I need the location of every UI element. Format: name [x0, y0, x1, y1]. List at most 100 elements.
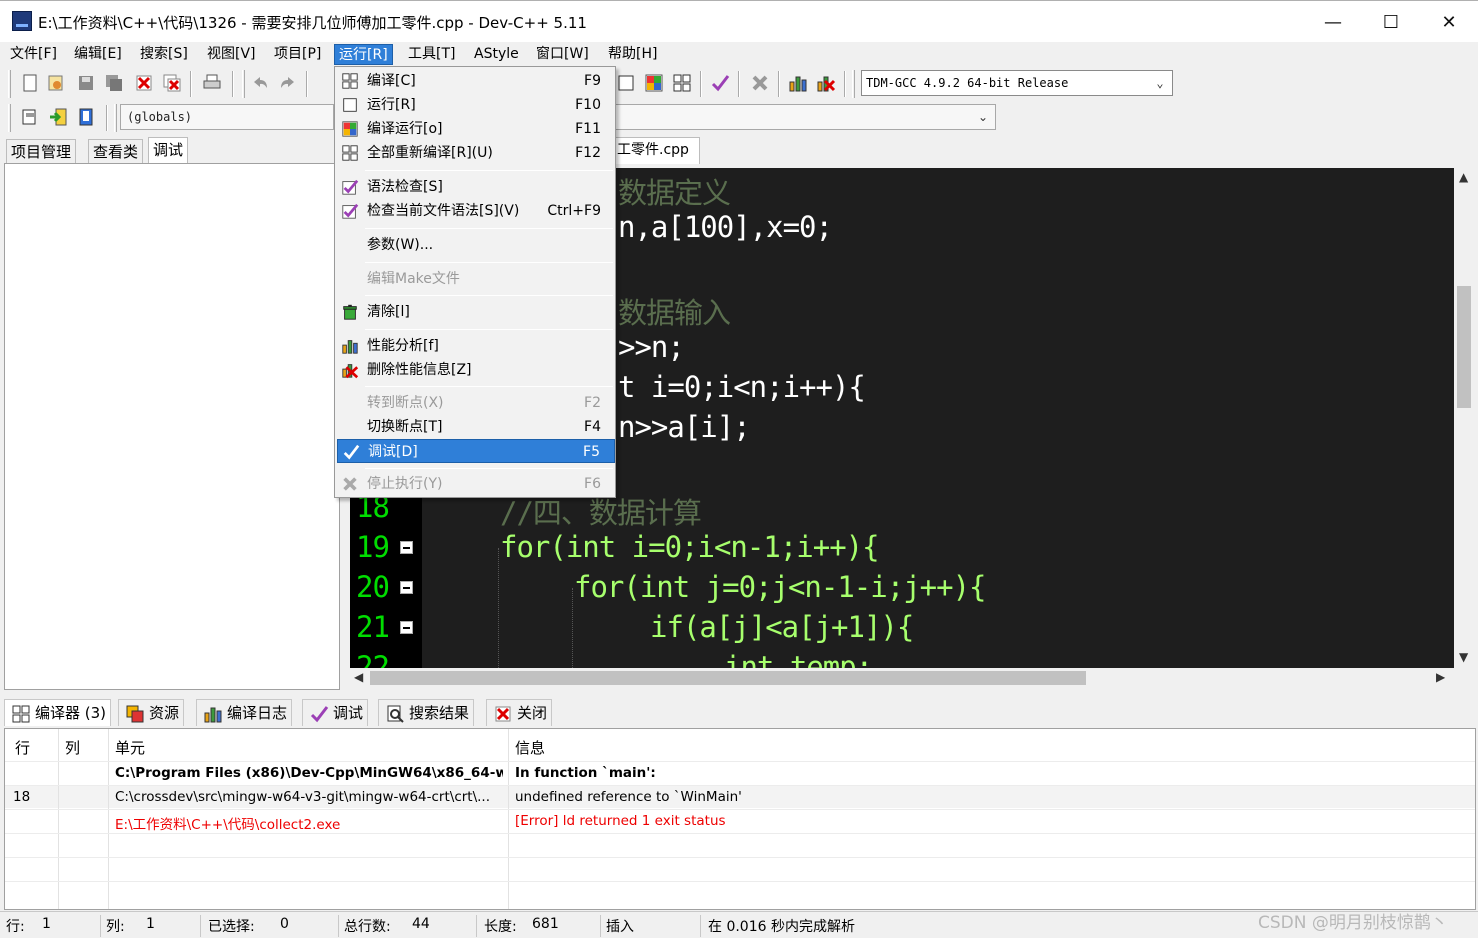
menu-help[interactable]: 帮助[H] [604, 44, 661, 65]
save-all-icon[interactable] [104, 73, 124, 93]
code-line: for(int j=0;j<n-1-i;j++){ [574, 570, 986, 604]
editor-vertical-scrollbar[interactable]: ▲ ▼ [1454, 168, 1474, 668]
menu-item-shortcut: F4 [584, 419, 601, 435]
toolbar-grip[interactable] [8, 104, 11, 132]
fold-toggle-icon[interactable] [400, 541, 413, 554]
menu-item-delete-profile[interactable]: 删除性能信息[Z] [337, 358, 615, 382]
scope-select[interactable]: (globals) [120, 104, 334, 130]
menu-item-toggle-breakpoint[interactable]: 切换断点[T] F4 [337, 415, 615, 439]
menu-astyle[interactable]: AStyle [470, 44, 523, 65]
menu-search[interactable]: 搜索[S] [136, 44, 192, 65]
fold-toggle-icon[interactable] [400, 581, 413, 594]
menu-separator [365, 295, 613, 296]
menu-item-clean[interactable]: 清除[l] [337, 300, 615, 324]
menu-window[interactable]: 窗口[W] [532, 44, 593, 65]
menu-item-compile[interactable]: 编译[C] F9 [337, 69, 615, 93]
toolbar-grip[interactable] [852, 70, 855, 98]
scroll-thumb[interactable] [1457, 286, 1471, 408]
menu-item-shortcut: Ctrl+F9 [547, 203, 601, 219]
debug-check-icon[interactable] [710, 73, 730, 93]
close-button[interactable]: ✕ [1420, 1, 1478, 43]
menu-item-debug[interactable]: 调试[D] F5 [337, 439, 615, 463]
window-icon[interactable] [616, 73, 636, 93]
close-all-icon[interactable] [162, 73, 182, 93]
tab-resources[interactable]: 资源 [118, 699, 185, 726]
stop-icon[interactable] [750, 73, 770, 93]
tab-compile-log-label: 编译日志 [227, 704, 288, 722]
compile-run-icon[interactable] [644, 73, 664, 93]
scroll-thumb[interactable] [370, 671, 1086, 685]
menu-separator [365, 329, 613, 330]
menu-item-label: 检查当前文件语法[S](V) [367, 203, 520, 219]
toolbar-grip[interactable] [242, 70, 245, 98]
menu-tools[interactable]: 工具[T] [404, 44, 459, 65]
minimize-button[interactable]: — [1304, 1, 1362, 43]
toolbar-separator [106, 105, 108, 131]
tab-search-results[interactable]: 搜索结果 [378, 699, 475, 726]
chevron-down-icon[interactable]: ⌄ [1152, 71, 1168, 95]
menu-project[interactable]: 项目[P] [270, 44, 325, 65]
menu-view[interactable]: 视图[V] [203, 44, 260, 65]
menu-item-rebuild-all[interactable]: 全部重新编译[R](U) F12 [337, 141, 615, 165]
menu-separator [365, 228, 613, 229]
scroll-down-icon[interactable]: ▼ [1459, 650, 1468, 664]
tab-project-manager[interactable]: 项目管理 [6, 139, 77, 163]
status-separator [700, 915, 701, 937]
status-separator [600, 915, 601, 937]
row-divider [5, 761, 1475, 762]
open-file-icon[interactable] [46, 73, 66, 93]
tab-debug[interactable]: 调试 [148, 137, 189, 164]
menu-item-syntax-check-file[interactable]: 检查当前文件语法[S](V) Ctrl+F9 [337, 199, 615, 223]
toolbar-grip[interactable] [114, 104, 117, 132]
close-file-icon[interactable] [134, 73, 154, 93]
cell-message: In function `main': [515, 765, 656, 781]
line-number: 22 [356, 650, 390, 668]
menu-item-label: 清除[l] [367, 304, 410, 320]
tab-compiler[interactable]: 编译器 (3) [4, 699, 112, 726]
menu-item-syntax-check[interactable]: 语法检查[S] [337, 175, 615, 199]
chevron-down-icon[interactable]: ⌄ [975, 105, 991, 129]
scroll-right-icon[interactable]: ▶ [1436, 670, 1445, 684]
print-icon[interactable] [202, 73, 222, 93]
fold-toggle-icon[interactable] [400, 621, 413, 634]
menu-run[interactable]: 运行[R] [334, 44, 393, 65]
column-header-col[interactable]: 列 [65, 737, 80, 758]
tab-close-panel[interactable]: 关闭 [486, 699, 553, 726]
code-line: t i=0;i<n;i++){ [618, 370, 866, 404]
menu-edit[interactable]: 编辑[E] [70, 44, 126, 65]
editor-horizontal-scrollbar[interactable]: ◀ ▶ [350, 668, 1454, 688]
new-file-icon[interactable] [20, 73, 40, 93]
grid-icon [12, 705, 30, 723]
menu-item-run[interactable]: 运行[R] F10 [337, 93, 615, 117]
redo-icon[interactable] [278, 73, 298, 93]
status-parse-time: 在 0.016 秒内完成解析 [708, 919, 855, 935]
maximize-button[interactable]: ☐ [1362, 1, 1420, 43]
scroll-left-icon[interactable]: ◀ [354, 670, 363, 684]
compiler-select[interactable]: TDM-GCC 4.9.2 64-bit Release ⌄ [861, 70, 1173, 96]
column-header-unit[interactable]: 单元 [115, 737, 145, 758]
menu-item-parameters[interactable]: 参数(W)... [337, 233, 615, 257]
tab-debug-output[interactable]: 调试 [302, 699, 369, 726]
indent-guide [498, 548, 499, 668]
undo-icon[interactable] [250, 73, 270, 93]
menu-item-label: 运行[R] [367, 97, 416, 113]
insert-icon[interactable] [20, 107, 40, 127]
bookmark-icon[interactable] [76, 107, 96, 127]
goto-icon[interactable] [48, 107, 68, 127]
tab-source-file[interactable]: 工零件.cpp [614, 137, 700, 164]
tab-class-browser[interactable]: 查看类 [88, 139, 144, 163]
column-header-message[interactable]: 信息 [515, 737, 545, 758]
toolbar-grip[interactable] [8, 70, 11, 98]
bar-chart-icon[interactable] [788, 73, 808, 93]
menu-item-profile[interactable]: 性能分析[f] [337, 334, 615, 358]
menu-item-compile-run[interactable]: 编译运行[o] F11 [337, 117, 615, 141]
scroll-up-icon[interactable]: ▲ [1459, 170, 1468, 184]
save-icon[interactable] [76, 73, 96, 93]
menu-file[interactable]: 文件[F] [6, 44, 61, 65]
delete-chart-icon[interactable] [816, 73, 836, 93]
column-header-line[interactable]: 行 [15, 737, 30, 758]
function-select[interactable]: ⌄ [614, 104, 996, 130]
menu-item-shortcut: F11 [575, 121, 601, 137]
rebuild-all-icon[interactable] [672, 73, 692, 93]
tab-compile-log[interactable]: 编译日志 [196, 699, 293, 726]
